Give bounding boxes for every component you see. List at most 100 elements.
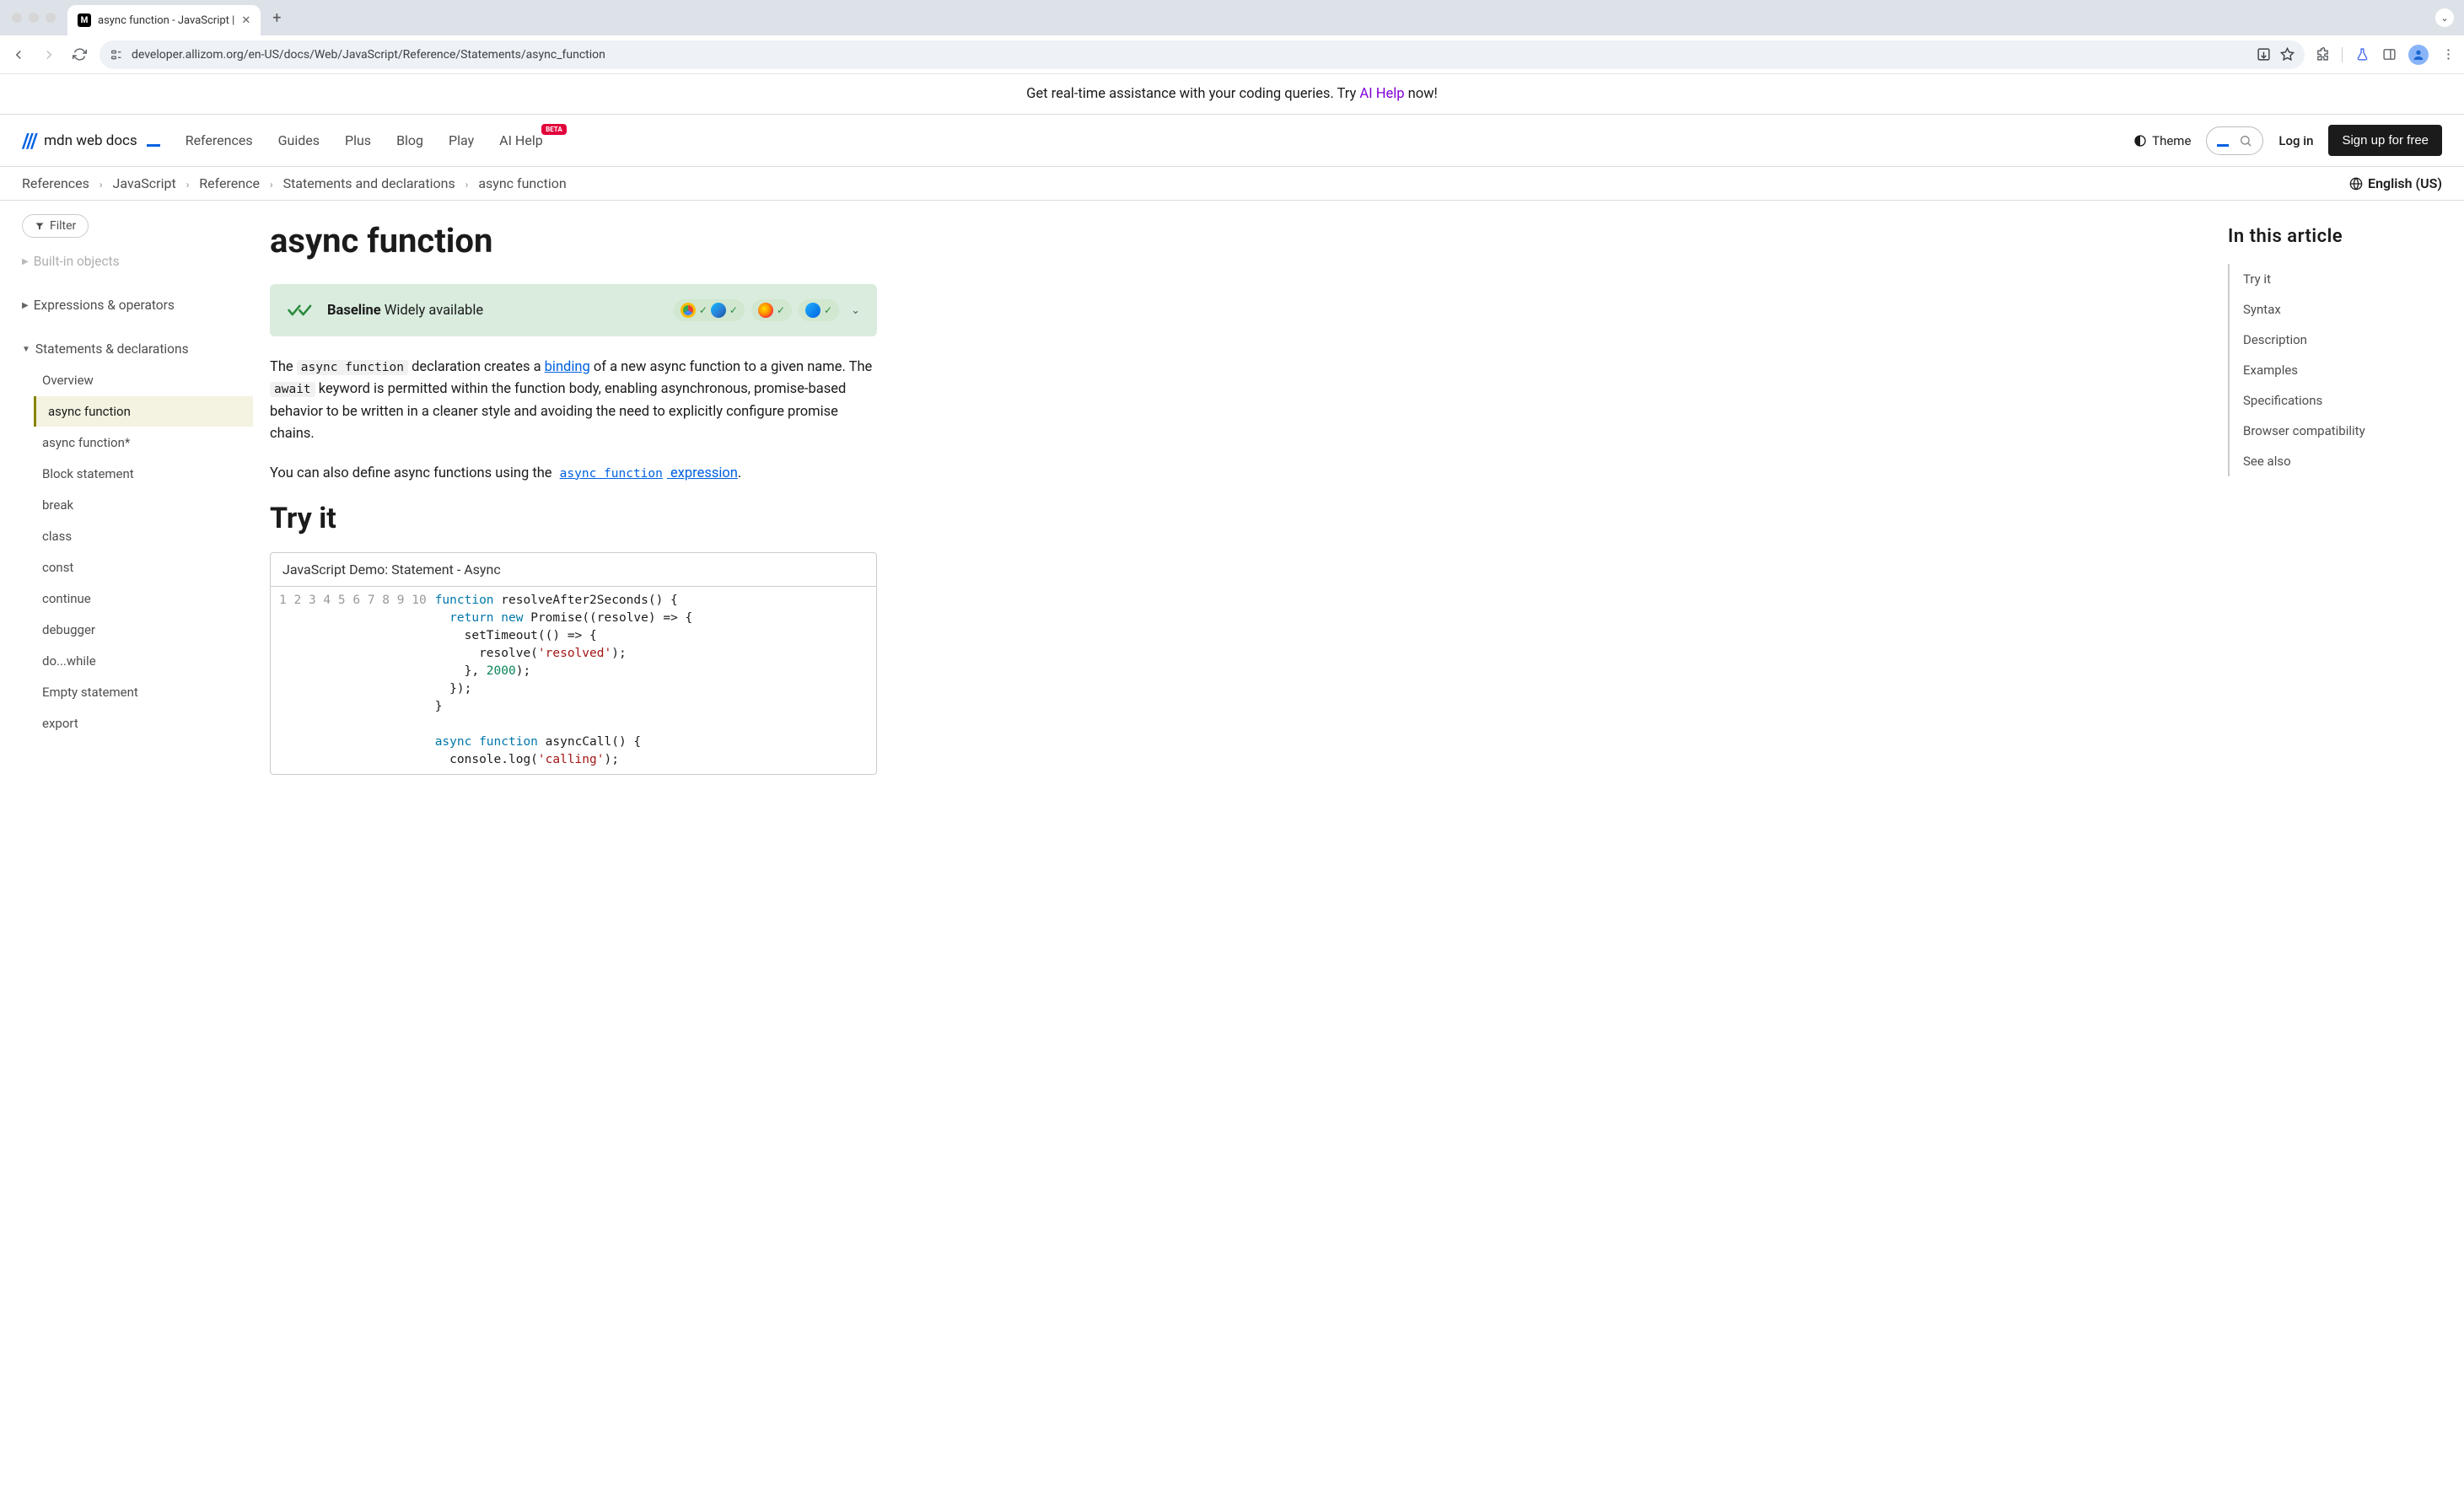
toc-item-try-it[interactable]: Try it — [2230, 264, 2442, 294]
nav-item-references[interactable]: References — [186, 132, 253, 148]
language-label: English (US) — [2368, 175, 2442, 191]
reload-button[interactable] — [69, 45, 89, 65]
profile-avatar[interactable] — [2408, 45, 2429, 65]
sidebar-item-const[interactable]: const — [34, 552, 253, 583]
sidebar-group-expressions[interactable]: ▶Expressions & operators — [22, 290, 253, 320]
chevron-right-icon: › — [100, 179, 103, 191]
address-bar[interactable]: developer.allizom.org/en-US/docs/Web/Jav… — [100, 40, 2305, 69]
logo-text: mdn web docs — [44, 132, 137, 149]
toc-item-syntax[interactable]: Syntax — [2230, 294, 2442, 325]
search-icon — [2239, 134, 2252, 148]
nav-item-guides[interactable]: Guides — [278, 132, 320, 148]
toc-item-examples[interactable]: Examples — [2230, 355, 2442, 385]
language-selector[interactable]: English (US) — [2349, 175, 2442, 191]
intro-paragraph-1: The async function declaration creates a… — [270, 357, 877, 446]
toc-item-browser-compatibility[interactable]: Browser compatibility — [2230, 416, 2442, 446]
sidebar-item-do-while[interactable]: do...while — [34, 646, 253, 676]
site-search[interactable] — [2206, 126, 2263, 155]
back-button[interactable] — [8, 45, 29, 65]
beta-badge: BETA — [541, 124, 567, 135]
sidebar-item-break[interactable]: break — [34, 490, 253, 520]
theme-icon — [2133, 134, 2147, 148]
left-sidebar: Filter ▶Built-in objects ▶Expressions & … — [0, 201, 270, 809]
promo-banner: Get real-time assistance with your codin… — [0, 74, 2464, 115]
install-pwa-icon[interactable] — [2256, 47, 2271, 62]
filter-placeholder: Filter — [50, 219, 76, 233]
sidebar-group-statements[interactable]: ▼Statements & declarations — [22, 334, 253, 364]
chrome-icon — [681, 303, 696, 318]
side-panel-icon[interactable] — [2381, 47, 2397, 62]
chevron-right-icon: › — [270, 179, 273, 191]
demo-container: JavaScript Demo: Statement - Async 1 2 3… — [270, 552, 877, 775]
sidebar-item-class[interactable]: class — [34, 521, 253, 551]
sidebar-item-async-function-[interactable]: async function* — [34, 427, 253, 458]
maximize-window[interactable] — [46, 13, 56, 23]
sidebar-group-builtin[interactable]: ▶Built-in objects — [22, 246, 253, 277]
login-button[interactable]: Log in — [2278, 133, 2313, 148]
breadcrumb-4[interactable]: async function — [478, 175, 566, 191]
intro-paragraph-2: You can also define async functions usin… — [270, 463, 877, 485]
link-binding[interactable]: binding — [545, 359, 590, 375]
sidebar-item-continue[interactable]: continue — [34, 583, 253, 614]
browser-support-pills: ✓ ✓ ✓ ✓ ⌄ — [674, 299, 860, 321]
caret-down-icon: ▼ — [22, 345, 30, 354]
group-label: Built-in objects — [34, 254, 120, 269]
bookmark-icon[interactable] — [2279, 47, 2295, 62]
sidebar-item-block-statement[interactable]: Block statement — [34, 459, 253, 489]
tabs-menu-button[interactable]: ⌄ — [2435, 8, 2454, 27]
edge-icon — [711, 303, 726, 318]
new-tab-button[interactable]: + — [267, 9, 286, 27]
toc-item-specifications[interactable]: Specifications — [2230, 385, 2442, 416]
main-layout: Filter ▶Built-in objects ▶Expressions & … — [0, 201, 2464, 809]
chevron-right-icon: › — [465, 179, 469, 191]
firefox-icon — [758, 303, 773, 318]
nav-item-ai-help[interactable]: AI HelpBETA — [499, 132, 543, 148]
site-header: /// mdn web docs References Guides Plus Blo… — [0, 115, 2464, 167]
table-of-contents: In this article Try itSyntaxDescriptionE… — [2228, 201, 2464, 809]
safari-icon — [805, 303, 820, 318]
minimize-window[interactable] — [29, 13, 39, 23]
link-async-function-expression[interactable]: async function expression — [556, 465, 738, 481]
labs-icon[interactable] — [2354, 47, 2370, 62]
nav-item-plus[interactable]: Plus — [345, 132, 371, 148]
toc-title: In this article — [2228, 226, 2442, 247]
tab-title: async function - JavaScript | — [98, 14, 234, 27]
site-info-icon[interactable] — [110, 48, 123, 62]
tryit-heading: Try it — [270, 502, 877, 535]
code-editor[interactable]: 1 2 3 4 5 6 7 8 9 10 function resolveAft… — [271, 587, 876, 774]
expand-baseline-button[interactable]: ⌄ — [851, 304, 860, 317]
breadcrumb-bar: References › JavaScript › Reference › Statemen… — [0, 167, 2464, 201]
mdn-logo[interactable]: /// mdn web docs — [22, 129, 160, 153]
checkmark-icon: ✓ — [824, 304, 832, 316]
browser-chrome: M async function - JavaScript | ✕ + ⌄ de… — [0, 0, 2464, 74]
theme-toggle[interactable]: Theme — [2133, 133, 2191, 148]
close-tab-icon[interactable]: ✕ — [241, 14, 250, 27]
sidebar-item-export[interactable]: export — [34, 708, 253, 739]
nav-item-blog[interactable]: Blog — [396, 132, 423, 148]
toc-item-see-also[interactable]: See also — [2230, 446, 2442, 476]
browser-toolbar: developer.allizom.org/en-US/docs/Web/Jav… — [0, 35, 2464, 74]
filter-input[interactable]: Filter — [22, 214, 89, 238]
sidebar-item-debugger[interactable]: debugger — [34, 615, 253, 645]
nav-item-play[interactable]: Play — [449, 132, 474, 148]
forward-button[interactable] — [39, 45, 59, 65]
extensions-icon[interactable] — [2315, 47, 2330, 62]
signup-button[interactable]: Sign up for free — [2328, 125, 2442, 156]
breadcrumb-1[interactable]: JavaScript — [113, 175, 176, 191]
kebab-menu-icon[interactable] — [2440, 47, 2456, 62]
sidebar-item-empty-statement[interactable]: Empty statement — [34, 677, 253, 707]
breadcrumb-0[interactable]: References — [22, 175, 89, 191]
sidebar-item-overview[interactable]: Overview — [34, 365, 253, 395]
breadcrumb-3[interactable]: Statements and declarations — [283, 175, 455, 191]
logo-icon: /// — [22, 129, 37, 153]
toc-list: Try itSyntaxDescriptionExamplesSpecifica… — [2228, 264, 2442, 476]
browser-tab[interactable]: M async function - JavaScript | ✕ — [67, 5, 261, 35]
sidebar-item-async-function[interactable]: async function — [34, 396, 253, 427]
checkmark-icon: ✓ — [777, 304, 785, 316]
toc-item-description[interactable]: Description — [2230, 325, 2442, 355]
breadcrumb-2[interactable]: Reference — [199, 175, 260, 191]
baseline-check-icon — [287, 301, 315, 320]
banner-link[interactable]: AI Help — [1359, 86, 1404, 102]
close-window[interactable] — [12, 13, 22, 23]
code-content: function resolveAfter2Seconds() { return… — [435, 592, 693, 769]
